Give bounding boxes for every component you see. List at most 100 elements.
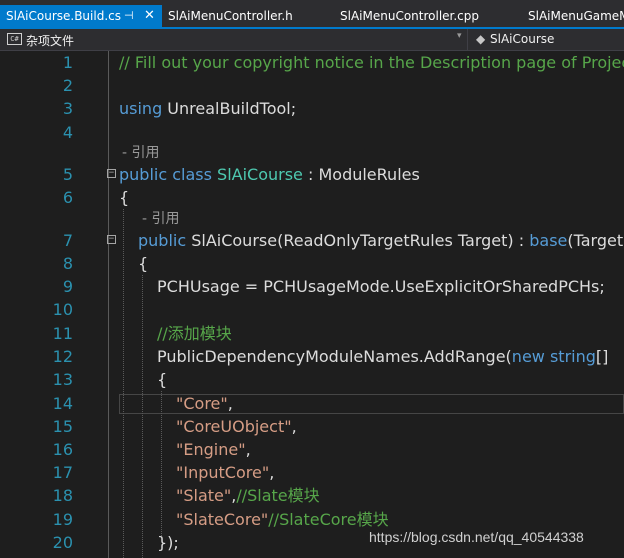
code-token: base (529, 231, 568, 250)
code-line[interactable]: 15 "CoreUObject", (0, 415, 624, 438)
line-number: 5 (62, 165, 73, 184)
codelens-references[interactable]: - 引用 (122, 142, 160, 162)
chevron-down-icon[interactable]: ▾ (457, 31, 462, 41)
line-number: 3 (62, 99, 73, 118)
document-tab-strip: SlAiCourse.Build.cs ⊣ ✕ SlAiMenuControll… (0, 0, 624, 29)
code-text: PublicDependencyModuleNames.AddRange(new… (157, 345, 608, 368)
code-text: "SlateCore"//SlateCore模块 (176, 508, 389, 531)
code-token: public (119, 165, 168, 184)
code-line[interactable]: 11 //添加模块 (0, 322, 624, 345)
code-editor[interactable]: 1 // Fill out your copyright notice in th… (0, 51, 624, 558)
code-line[interactable]: 5 public class SlAiCourse : ModuleRules (0, 163, 624, 186)
code-text: "CoreUObject", (176, 415, 297, 438)
code-line[interactable]: 8{ (0, 252, 624, 275)
class-dropdown[interactable]: ◆ SlAiCourse (468, 29, 624, 50)
code-text: using UnrealBuildTool; (119, 97, 296, 120)
code-token: , (227, 394, 233, 413)
code-line[interactable]: 18 "Slate",//Slate模块 (0, 484, 624, 507)
line-number: 13 (52, 370, 73, 389)
code-text: "Core", (176, 392, 233, 415)
code-line[interactable]: 6{ (0, 186, 624, 209)
code-line[interactable]: 3 using UnrealBuildTool; (0, 97, 624, 120)
code-token: { (157, 370, 168, 389)
code-line[interactable]: 10 (0, 298, 624, 321)
line-number: 7 (62, 231, 73, 250)
line-number: 11 (52, 324, 73, 343)
tab-slaimenucontroller-cpp[interactable]: SlAiMenuController.cpp (334, 5, 479, 27)
code-token: // Fill out your copyright notice in the… (119, 53, 624, 72)
code-token: (Target) (567, 231, 624, 250)
code-token: SlAiCourse (217, 165, 303, 184)
code-text: { (138, 252, 148, 275)
code-line[interactable]: 7 public SlAiCourse(ReadOnlyTargetRules T… (0, 229, 624, 252)
code-token: "Slate" (176, 486, 232, 505)
code-token: [] (595, 347, 609, 366)
code-text: "InputCore", (176, 461, 274, 484)
project-label: 杂项文件 (26, 34, 75, 48)
code-line[interactable]: 9 PCHUsage = PCHUsageMode.UseExplicitOrSh… (0, 275, 624, 298)
code-token: { (119, 188, 130, 207)
code-token: "CoreUObject" (176, 417, 292, 436)
code-token: "Core" (176, 394, 228, 413)
code-line[interactable]: 12 PublicDependencyModuleNames.AddRange(n… (0, 345, 624, 368)
code-token: PCHUsage = PCHUsageMode.UseExplicitOrSha… (157, 277, 605, 296)
line-number: 19 (52, 510, 73, 529)
indent-guide (161, 391, 162, 536)
line-number: 15 (52, 417, 73, 436)
code-token: new (511, 347, 545, 366)
code-line[interactable]: 14 "Core", (0, 392, 624, 415)
indent-guide (123, 209, 124, 558)
code-line[interactable]: 2 (0, 74, 624, 97)
tab-slaimenucontroller-h[interactable]: SlAiMenuController.h (162, 5, 293, 27)
code-token: , (291, 417, 297, 436)
indent-guide (142, 275, 143, 558)
line-number: 17 (52, 463, 73, 482)
code-line[interactable]: 17 "InputCore", (0, 461, 624, 484)
code-token: class (172, 165, 212, 184)
code-text: public SlAiCourse(ReadOnlyTargetRules Ta… (138, 229, 624, 252)
code-token: //SlateCore模块 (268, 510, 389, 529)
code-text: { (119, 186, 129, 209)
line-number: 14 (52, 394, 73, 413)
code-token: string (549, 347, 596, 366)
code-text: public class SlAiCourse : ModuleRules (119, 163, 420, 186)
line-number: 18 (52, 486, 73, 505)
csharp-file-icon: C# (7, 33, 22, 45)
code-token: SlAiCourse(ReadOnlyTargetRules Target) : (186, 231, 530, 250)
tab-label: SlAiCourse.Build.cs (6, 9, 121, 23)
watermark: https://blog.csdn.net/qq_40544338 (369, 529, 584, 545)
code-text: { (157, 368, 167, 391)
line-number: 16 (52, 440, 73, 459)
code-line[interactable]: 19 "SlateCore"//SlateCore模块 (0, 508, 624, 531)
line-number: 1 (62, 53, 73, 72)
code-token: , (245, 440, 251, 459)
code-line[interactable]: 13 { (0, 368, 624, 391)
code-line[interactable]: 1 // Fill out your copyright notice in th… (0, 51, 624, 74)
line-number: 6 (62, 188, 73, 207)
class-label: SlAiCourse (490, 32, 555, 46)
code-text: "Slate",//Slate模块 (176, 484, 320, 507)
code-line[interactable]: 16 "Engine", (0, 438, 624, 461)
close-icon[interactable]: ✕ (144, 5, 155, 27)
collapse-icon[interactable]: − (107, 235, 116, 244)
code-token: PublicDependencyModuleNames.AddRange( (157, 347, 512, 366)
collapse-icon[interactable]: − (107, 169, 116, 178)
project-dropdown[interactable]: C# 杂项文件 ▾ (0, 29, 468, 50)
line-number: 4 (62, 123, 73, 142)
code-text: PCHUsage = PCHUsageMode.UseExplicitOrSha… (157, 275, 605, 298)
code-text: // Fill out your copyright notice in the… (119, 51, 624, 74)
tab-label: SlAiMenuController.h (168, 9, 293, 23)
class-icon: ◆ (476, 32, 486, 46)
code-token: "SlateCore" (176, 510, 269, 529)
line-number: 9 (62, 277, 73, 296)
tab-slaicourse-build-cs[interactable]: SlAiCourse.Build.cs ⊣ ✕ (0, 5, 162, 27)
code-token: "Engine" (176, 440, 246, 459)
code-text: //添加模块 (157, 322, 232, 345)
code-line[interactable]: 4 (0, 121, 624, 144)
tab-slaimenugamem[interactable]: SlAiMenuGameM (522, 5, 624, 27)
pin-icon[interactable]: ⊣ (124, 5, 134, 27)
codelens-references[interactable]: - 引用 (142, 208, 180, 228)
code-token: "InputCore" (176, 463, 270, 482)
tab-label: SlAiMenuGameM (528, 9, 624, 23)
line-number: 20 (52, 533, 73, 552)
